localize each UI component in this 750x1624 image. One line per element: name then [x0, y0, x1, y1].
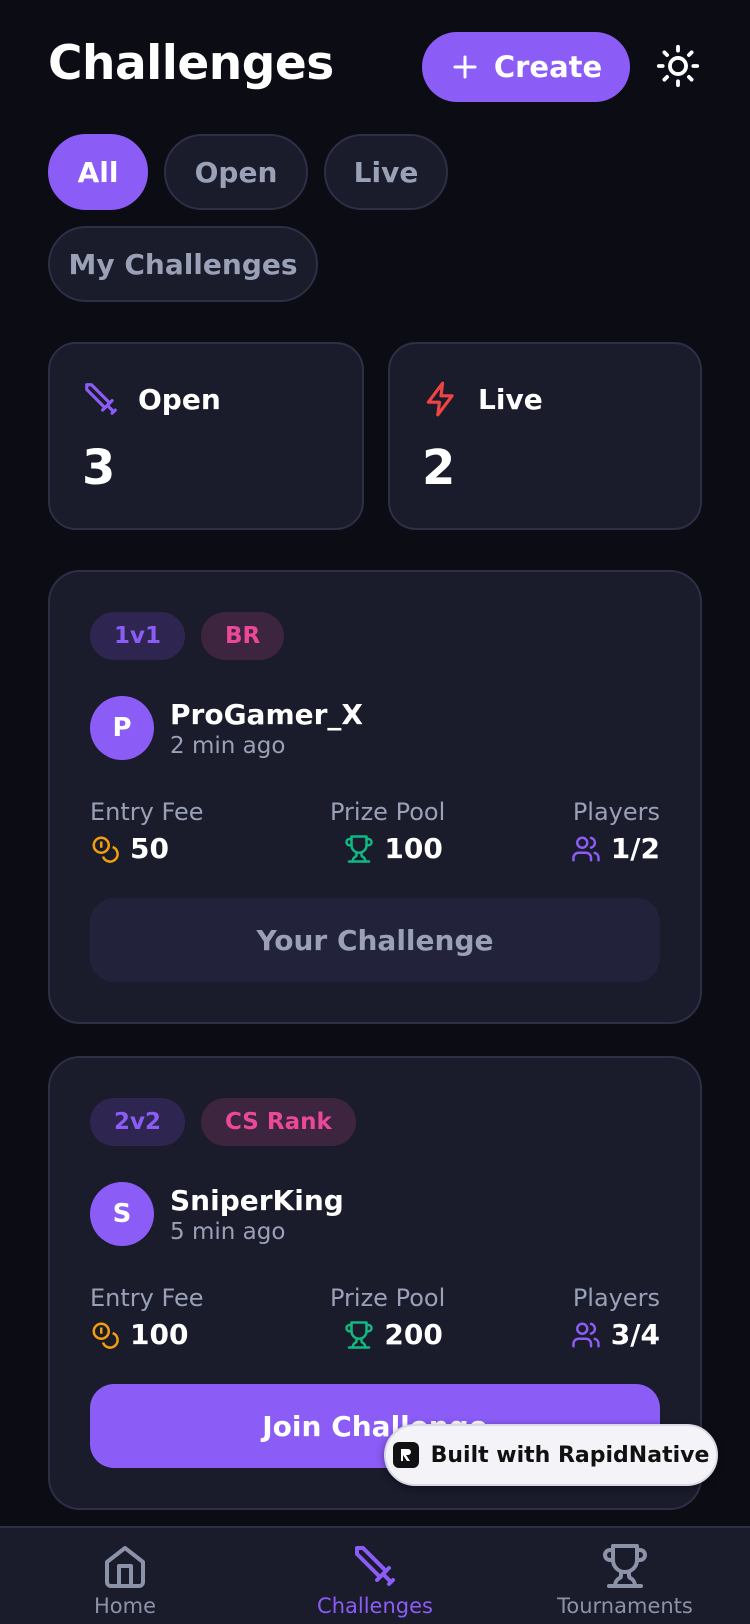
page-title: Challenges [48, 36, 334, 91]
entry-fee-label: Entry Fee [90, 1284, 204, 1312]
game-tag: BR [201, 612, 285, 660]
players-label: Players [572, 1284, 660, 1312]
theme-toggle-button[interactable] [654, 42, 702, 90]
trophy-icon [603, 1544, 647, 1588]
game-tag: CS Rank [201, 1098, 356, 1146]
challenge-card[interactable]: 1v1 BR P ProGamer_X 2 min ago Entry Fee … [48, 570, 702, 1024]
tab-challenges[interactable]: Challenges [275, 1542, 475, 1618]
sun-icon [656, 44, 700, 88]
coins-icon [92, 1322, 119, 1349]
lightning-icon [426, 381, 454, 417]
users-icon [572, 1322, 600, 1347]
avatar: P [90, 696, 154, 760]
entry-fee-value: 100 [130, 1318, 189, 1351]
tab-home[interactable]: Home [25, 1542, 225, 1618]
filter-chip-live[interactable]: Live [324, 134, 448, 210]
mode-tag: 1v1 [90, 612, 185, 660]
built-with-badge[interactable]: Built with RapidNative [384, 1424, 718, 1486]
open-stat-label: Open [138, 382, 221, 416]
host-name: SniperKing [170, 1183, 344, 1217]
trophy-icon [345, 834, 374, 863]
entry-fee-label: Entry Fee [90, 798, 204, 826]
header: Challenges Create [48, 30, 702, 102]
posted-time: 5 min ago [170, 1218, 286, 1245]
mode-tag: 2v2 [90, 1098, 185, 1146]
badge-label: Built with RapidNative [430, 1442, 710, 1468]
tab-home-label: Home [93, 1594, 156, 1618]
filter-chip-all[interactable]: All [48, 134, 148, 210]
prize-pool-value: 200 [384, 1318, 443, 1351]
prize-pool-value: 100 [384, 832, 443, 865]
coins-icon [92, 836, 119, 863]
players-value: 1/2 [610, 832, 660, 865]
tab-challenges-label: Challenges [317, 1594, 433, 1618]
entry-fee-value: 50 [130, 832, 169, 865]
players-label: Players [572, 798, 660, 826]
bottom-tab-bar: Home Challenges Tournaments [0, 1526, 750, 1624]
avatar: S [90, 1182, 154, 1246]
tab-tournaments[interactable]: Tournaments [525, 1542, 725, 1618]
players-value: 3/4 [610, 1318, 660, 1351]
plus-icon [453, 55, 477, 79]
users-icon [572, 836, 600, 861]
live-stat-value: 2 [422, 440, 456, 496]
create-button-label: Create [493, 50, 603, 84]
create-button[interactable]: Create [422, 32, 630, 102]
open-stat-card[interactable]: Open 3 [48, 342, 364, 530]
trophy-icon [345, 1320, 374, 1349]
posted-time: 2 min ago [170, 732, 286, 759]
host-name: ProGamer_X [170, 697, 364, 731]
tab-tournaments-label: Tournaments [557, 1594, 693, 1618]
prize-pool-label: Prize Pool [330, 1284, 446, 1312]
filter-chip-my-challenges[interactable]: My Challenges [48, 226, 318, 302]
prize-pool-label: Prize Pool [330, 798, 446, 826]
live-stat-card[interactable]: Live 2 [388, 342, 702, 530]
live-stat-label: Live [478, 382, 543, 416]
home-icon [105, 1546, 145, 1588]
sword-icon [355, 1546, 395, 1586]
rapidnative-logo-icon [392, 1442, 419, 1468]
sword-icon [85, 383, 117, 415]
open-stat-value: 3 [82, 440, 116, 496]
filter-chip-open[interactable]: Open [164, 134, 308, 210]
your-challenge-button[interactable]: Your Challenge [90, 898, 660, 982]
